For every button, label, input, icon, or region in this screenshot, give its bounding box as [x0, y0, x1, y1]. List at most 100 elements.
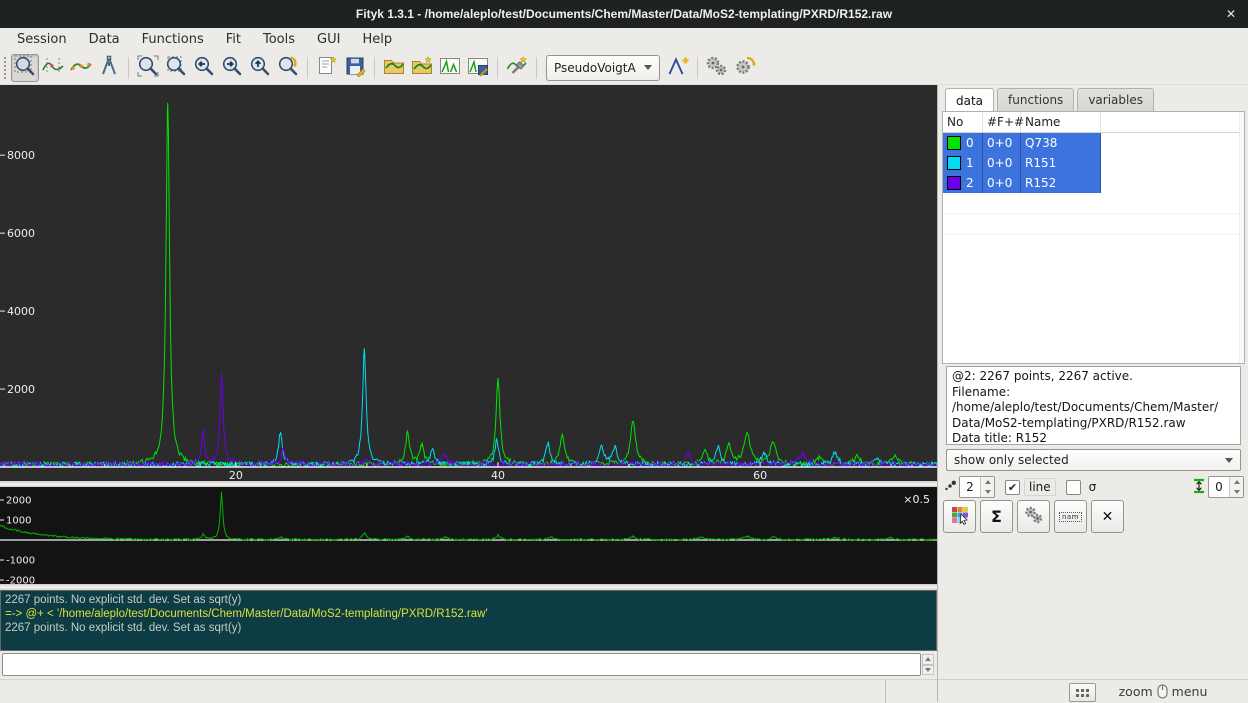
tab-functions[interactable]: functions: [997, 88, 1074, 111]
window-title: Fityk 1.3.1 - /home/aleplo/test/Document…: [356, 7, 892, 21]
baseline-mode-button[interactable]: [67, 54, 95, 82]
command-input[interactable]: [2, 653, 921, 676]
tab-variables[interactable]: variables: [1077, 88, 1154, 111]
sigma-checkbox-label: σ: [1089, 480, 1097, 494]
toolbar-separator: [536, 57, 537, 79]
dataset-color-swatch[interactable]: [947, 176, 961, 190]
menu-gui[interactable]: GUI: [306, 29, 351, 50]
data-colors-button[interactable]: [943, 500, 976, 533]
new-script-button[interactable]: [313, 54, 341, 82]
statusbar-divider: [885, 680, 886, 703]
column-header[interactable]: #F+#: [983, 112, 1021, 132]
fit-settings-button[interactable]: [731, 54, 759, 82]
zoom-mode-button[interactable]: [11, 54, 39, 82]
baseline-mode-icon: [69, 54, 93, 81]
column-header[interactable]: Name: [1021, 112, 1101, 132]
toolbar-separator: [374, 57, 375, 79]
data-range-mode-button[interactable]: [39, 54, 67, 82]
function-type-combo[interactable]: PseudoVoigtA: [546, 55, 660, 81]
svg-text:60: 60: [753, 469, 767, 481]
menu-data[interactable]: Data: [78, 29, 131, 50]
menu-tools[interactable]: Tools: [252, 29, 306, 50]
zoom-left-button[interactable]: [190, 54, 218, 82]
menu-fit[interactable]: Fit: [215, 29, 252, 50]
data-list-scrollbar[interactable]: [1239, 112, 1244, 363]
open-data-append-button[interactable]: [408, 54, 436, 82]
menu-functions[interactable]: Functions: [131, 29, 215, 50]
zoom-previous-icon: [276, 54, 300, 81]
save-session-button[interactable]: [341, 54, 369, 82]
open-data-button[interactable]: [380, 54, 408, 82]
zoom-all-icon: [136, 54, 160, 81]
menubar: SessionDataFunctionsFitToolsGUIHelp: [0, 28, 1248, 51]
history-up-icon: [925, 657, 931, 661]
mouse-hint: zoom menu: [1088, 680, 1238, 702]
transform-data-button[interactable]: [503, 54, 531, 82]
rename-button[interactable]: nam: [1054, 500, 1087, 533]
dataset-f-count: 0+0: [983, 173, 1021, 193]
open-data-icon: [382, 54, 406, 81]
plot-export-icon: [438, 54, 462, 81]
aux-plot-canvas: 20001000-1000-2000×0.5: [0, 487, 937, 584]
main-plot[interactable]: 2000400060008000204060: [0, 85, 937, 481]
toolbar-separator: [307, 57, 308, 79]
zoom-all-button[interactable]: [134, 54, 162, 82]
dataset-row-R152[interactable]: 20+0R152: [943, 173, 1244, 193]
svg-text:8000: 8000: [7, 149, 35, 162]
menu-help[interactable]: Help: [351, 29, 403, 50]
close-button[interactable]: ✕: [1226, 0, 1236, 28]
main-plot-canvas: 2000400060008000204060: [0, 85, 937, 481]
column-header[interactable]: No: [943, 112, 983, 132]
toolbar-separator: [128, 57, 129, 79]
zoom-right-button[interactable]: [218, 54, 246, 82]
dataset-row-Q738[interactable]: 00+0Q738: [943, 133, 1244, 153]
sum-button[interactable]: Σ: [980, 500, 1013, 533]
add-peak-mode-button[interactable]: [95, 54, 123, 82]
command-history-spinner[interactable]: [922, 654, 934, 675]
point-size-icon: [944, 480, 956, 495]
sigma-checkbox[interactable]: [1066, 480, 1081, 495]
zoom-up-button[interactable]: [246, 54, 274, 82]
statusbar-right: zoom menu: [938, 679, 1248, 702]
toolbar-separator: [497, 57, 498, 79]
svg-text:-1000: -1000: [6, 556, 35, 567]
delete-button[interactable]: ✕: [1091, 500, 1124, 533]
dataset-info: @2: 2267 points, 2267 active. Filename: …: [946, 366, 1241, 445]
fit-run-icon: [705, 54, 729, 81]
zoom-hint-label: zoom: [1119, 684, 1153, 699]
console-output: 2267 points. No explicit std. dev. Set a…: [0, 590, 937, 651]
info-line: Filename: /home/aleplo/test/Documents/Ch…: [952, 385, 1235, 416]
dataset-row-R151[interactable]: 10+0R151: [943, 153, 1244, 173]
data-list[interactable]: No#F+#Name 00+0Q73810+0R15120+0R152: [942, 111, 1245, 364]
mouse-icon: [1156, 683, 1169, 699]
export-plot-button[interactable]: [436, 54, 464, 82]
dataset-name: R152: [1021, 173, 1101, 193]
titlebar: Fityk 1.3.1 - /home/aleplo/test/Document…: [0, 0, 1248, 28]
save-plot-button[interactable]: [464, 54, 492, 82]
data-list-header: No#F+#Name: [943, 112, 1244, 133]
toolbar: PseudoVoigtA: [0, 51, 1248, 85]
dataset-name: Q738: [1021, 133, 1101, 153]
line-checkbox-label: line: [1024, 478, 1056, 496]
toolbar-grip[interactable]: [3, 57, 7, 79]
zoom-vertical-button[interactable]: [162, 54, 190, 82]
show-filter-dropdown[interactable]: show only selected: [946, 449, 1241, 471]
dataset-color-swatch[interactable]: [947, 136, 961, 150]
aux-plot[interactable]: 20001000-1000-2000×0.5: [0, 487, 937, 584]
fit-run-button[interactable]: [703, 54, 731, 82]
functions-button[interactable]: [1017, 500, 1050, 533]
dataset-color-swatch[interactable]: [947, 156, 961, 170]
y-shift-stepper[interactable]: 0: [1208, 476, 1244, 498]
add-function-button[interactable]: [664, 54, 692, 82]
zoom-previous-button[interactable]: [274, 54, 302, 82]
info-line: Data/MoS2-templating/PXRD/R152.raw: [952, 416, 1235, 432]
sigma-sum-icon: Σ: [991, 507, 1002, 526]
tab-data[interactable]: data: [945, 88, 994, 111]
command-input-row: [0, 651, 937, 679]
dataset-name: R151: [1021, 153, 1101, 173]
point-size-stepper[interactable]: 2: [959, 476, 995, 498]
y-shift-icon: [1192, 478, 1206, 497]
menu-session[interactable]: Session: [6, 29, 78, 50]
line-checkbox[interactable]: ✔: [1005, 480, 1020, 495]
fit-settings-icon: [733, 54, 757, 81]
